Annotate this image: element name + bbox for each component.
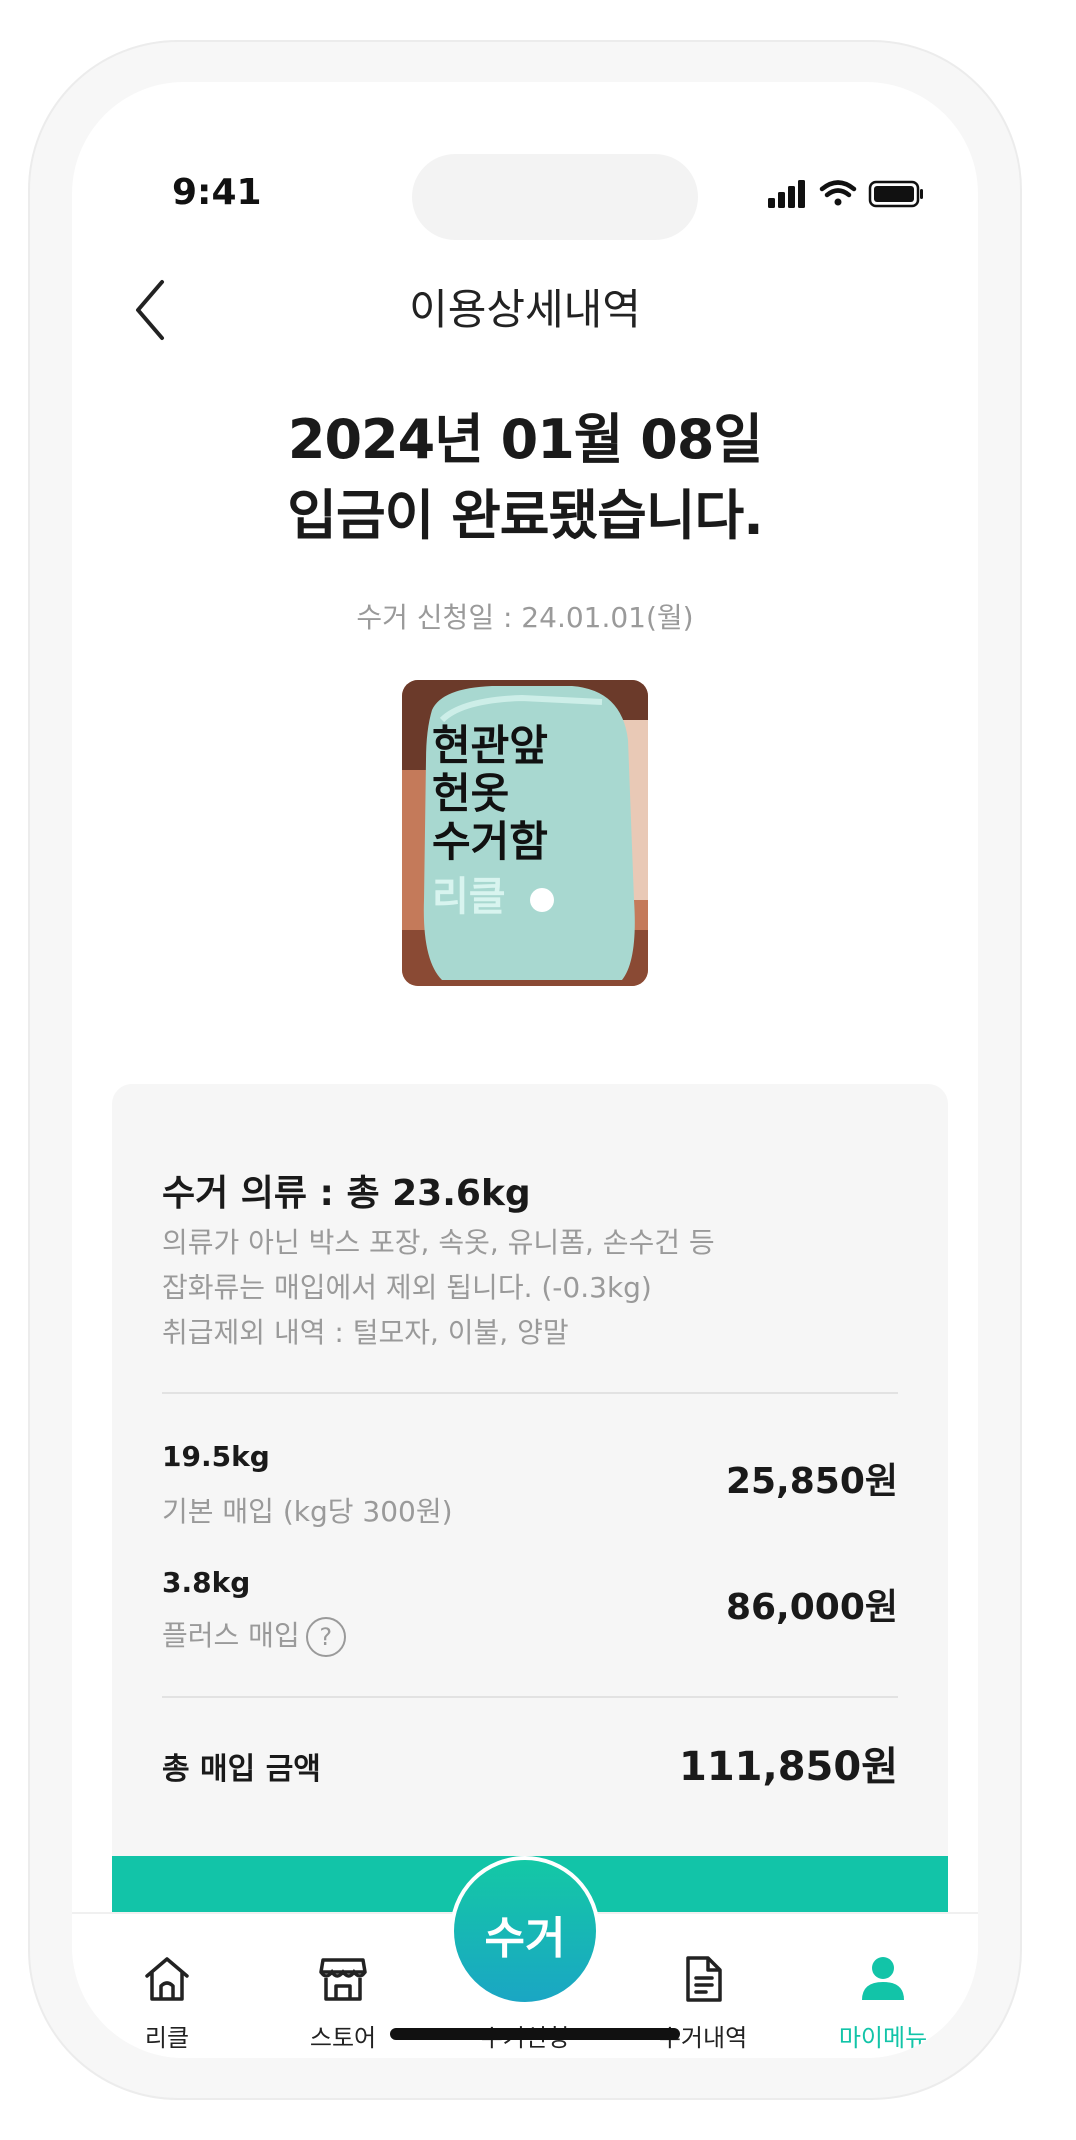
tab-label: 리클: [144, 2024, 190, 2052]
tab-home[interactable]: 리클: [92, 1914, 242, 2054]
tab-my-menu[interactable]: 마이메뉴: [808, 1914, 958, 2054]
summary-title: 수거 의류 : 총 23.6kg: [162, 1173, 531, 1214]
plus-purchase-desc-row: 플러스 매입?: [162, 1614, 346, 1657]
phone-screen: 9:41 이용상세내역 2024년 01월 08일 입금이 완료됐습니다. 수거…: [72, 82, 978, 2058]
divider: [162, 1392, 898, 1394]
plus-purchase-amount: 86,000원: [725, 1587, 898, 1628]
page-title: 이용상세내역: [409, 285, 641, 334]
home-indicator: [390, 2028, 680, 2040]
store-icon: [319, 1958, 367, 2001]
pickup-fab-button[interactable]: 수거: [450, 1856, 600, 2006]
note-line: 의류가 아닌 박스 포장, 속옷, 유니폼, 손수건 등: [162, 1226, 715, 1259]
phone-frame: 9:41 이용상세내역 2024년 01월 08일 입금이 완료됐습니다. 수거…: [28, 40, 1022, 2100]
total-label: 총 매입 금액: [162, 1752, 321, 1787]
apply-date: 수거 신청일 : 24.01.01(월): [356, 601, 694, 634]
bag-text-line-2: 헌옷: [432, 769, 509, 818]
note-line: 잡화류는 매입에서 제외 됩니다. (-0.3kg): [162, 1271, 652, 1304]
home-icon: [145, 1957, 189, 2001]
plus-purchase-weight: 3.8kg: [162, 1566, 251, 1599]
bag-text-line-4: 리클: [432, 874, 506, 920]
headline-message: 입금이 완료됐습니다.: [287, 484, 763, 547]
plus-purchase-desc: 플러스 매입: [162, 1619, 300, 1652]
wifi-icon: [819, 180, 857, 206]
person-icon: [862, 1957, 904, 2000]
battery-icon: [868, 180, 923, 208]
basic-purchase-desc: 기본 매입 (kg당 300원): [162, 1495, 453, 1528]
help-icon[interactable]: ?: [305, 1617, 346, 1657]
headline-date: 2024년 01월 08일: [287, 408, 763, 471]
total-amount: 111,850원: [679, 1744, 898, 1790]
cellular-signal-icon: [768, 180, 805, 208]
basic-purchase-weight: 19.5kg: [162, 1440, 270, 1473]
pickup-bag-photo[interactable]: 현관앞 헌옷 수거함 리클: [402, 680, 648, 986]
note-line: 취급제외 내역 : 털모자, 이불, 양말: [162, 1316, 569, 1349]
status-icons: [768, 174, 928, 214]
pickup-summary-card: 수거 의류 : 총 23.6kg 의류가 아닌 박스 포장, 속옷, 유니폼, …: [112, 1084, 948, 1914]
bag-text-line-3: 수거함: [432, 817, 548, 866]
tab-label: 마이메뉴: [838, 2024, 928, 2052]
basic-purchase-amount: 25,850원: [725, 1461, 898, 1502]
bag-text-line-1: 현관앞: [432, 721, 548, 770]
dynamic-island: [412, 154, 698, 240]
document-icon: [686, 1956, 722, 2002]
completion-headline: 2024년 01월 08일 입금이 완료됐습니다.: [72, 402, 978, 554]
status-time: 9:41: [172, 172, 262, 213]
summary-note: 의류가 아닌 박스 포장, 속옷, 유니폼, 손수건 등 잡화류는 매입에서 제…: [162, 1220, 715, 1355]
fab-label: 수거: [484, 1913, 566, 1964]
divider: [162, 1696, 898, 1698]
